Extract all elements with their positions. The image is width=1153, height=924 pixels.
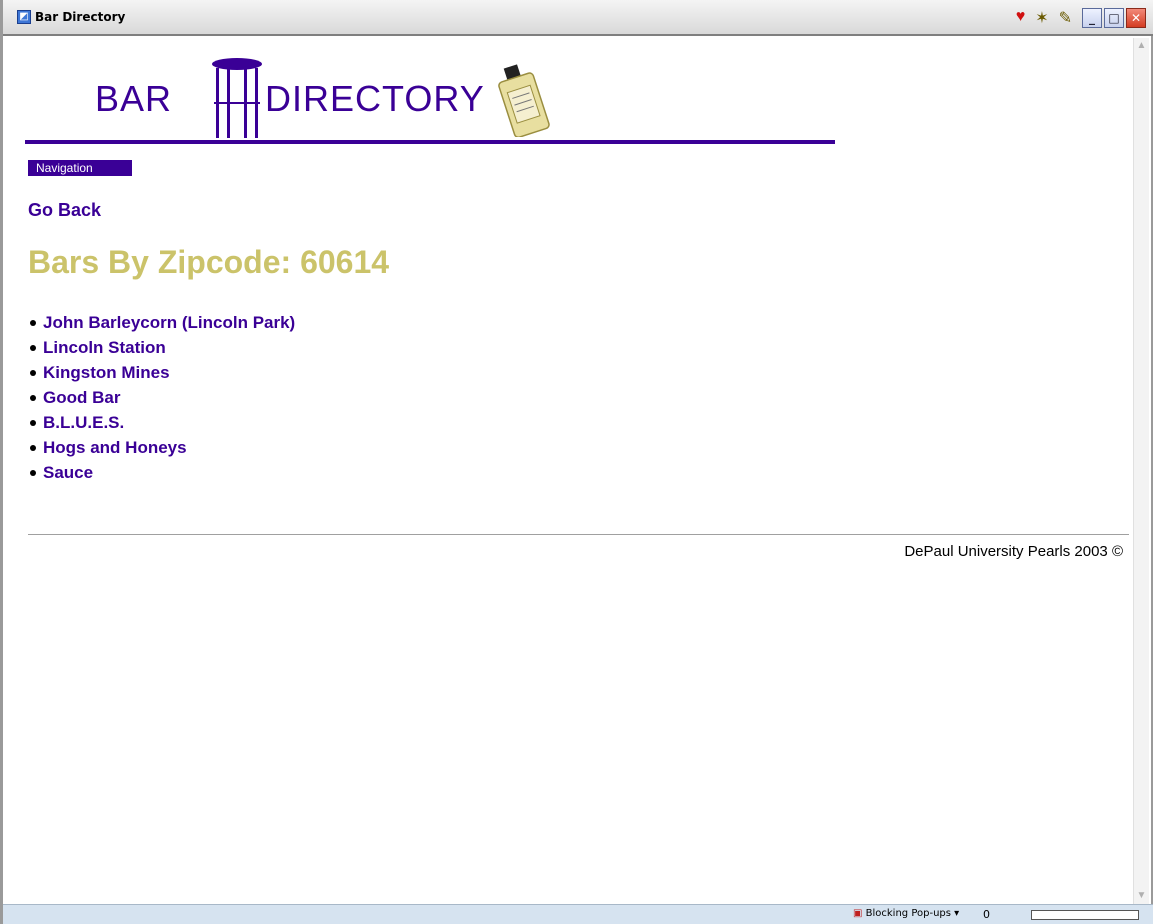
bullet-icon	[30, 444, 36, 451]
bullet-icon	[30, 469, 36, 476]
bullet-icon	[30, 394, 36, 401]
bar-link[interactable]: John Barleycorn (Lincoln Park)	[43, 313, 295, 332]
bar-link[interactable]: Sauce	[43, 463, 93, 482]
maximize-button[interactable]: □	[1104, 8, 1124, 28]
window-controls: _ □ ✕	[1082, 8, 1146, 28]
bar-link[interactable]: Hogs and Honeys	[43, 438, 187, 457]
list-item[interactable]: Lincoln Station	[30, 335, 295, 360]
list-item[interactable]: Sauce	[30, 460, 295, 485]
window-title: Bar Directory	[35, 10, 126, 24]
toolbar-icons: ♥ ✶ ✎	[1016, 8, 1072, 28]
footer-copyright: DePaul University Pearls 2003 ©	[904, 543, 1123, 560]
bullet-icon	[30, 344, 36, 351]
site-banner-logo: BAR DIRECTORY	[25, 58, 835, 150]
close-button[interactable]: ✕	[1126, 8, 1146, 28]
banner-underline	[25, 140, 835, 144]
banner-word-bar: BAR	[95, 78, 173, 119]
bar-link[interactable]: B.L.U.E.S.	[43, 413, 124, 432]
status-count: 0	[983, 908, 990, 921]
vertical-scrollbar[interactable]: ▲ ▼	[1133, 38, 1149, 904]
status-bar: ▣ Blocking Pop-ups ▾ 0	[3, 904, 1153, 924]
navigation-header: Navigation	[28, 160, 132, 176]
bullet-icon	[30, 419, 36, 426]
popup-blocker-button[interactable]: ▣ Blocking Pop-ups ▾	[853, 908, 959, 919]
bar-link[interactable]: Kingston Mines	[43, 363, 170, 382]
bullet-icon	[30, 319, 36, 326]
popup-blocked-icon: ▣	[853, 908, 863, 919]
bottle-icon	[498, 64, 550, 137]
banner-word-directory: DIRECTORY	[265, 78, 485, 119]
browser-window: ◩ Bar Directory ♥ ✶ ✎ _ □ ✕ ▲ ▼ BAR DIRE…	[0, 0, 1153, 924]
list-item[interactable]: John Barleycorn (Lincoln Park)	[30, 310, 295, 335]
heart-icon[interactable]: ♥	[1016, 8, 1026, 28]
list-item[interactable]: Good Bar	[30, 385, 295, 410]
go-back-link[interactable]: Go Back	[28, 200, 101, 221]
progress-bar	[1031, 910, 1139, 920]
add-favorite-icon[interactable]: ✶	[1035, 8, 1048, 28]
page-title: Bars By Zipcode: 60614	[28, 244, 390, 280]
list-item[interactable]: Kingston Mines	[30, 360, 295, 385]
minimize-button[interactable]: _	[1082, 8, 1102, 28]
popup-blocker-label: Blocking Pop-ups ▾	[865, 908, 960, 919]
browser-icon: ◩	[17, 10, 31, 24]
title-bar: ◩ Bar Directory ♥ ✶ ✎ _ □ ✕	[3, 0, 1153, 36]
bullet-icon	[30, 369, 36, 376]
list-item[interactable]: Hogs and Honeys	[30, 435, 295, 460]
bar-link[interactable]: Good Bar	[43, 388, 120, 407]
bar-table-icon	[212, 58, 262, 138]
scroll-down-icon[interactable]: ▼	[1134, 888, 1149, 904]
footer-divider	[28, 534, 1129, 535]
bar-link[interactable]: Lincoln Station	[43, 338, 166, 357]
bar-list: John Barleycorn (Lincoln Park) Lincoln S…	[30, 310, 295, 485]
scroll-up-icon[interactable]: ▲	[1134, 38, 1149, 54]
edit-note-icon[interactable]: ✎	[1059, 8, 1072, 28]
list-item[interactable]: B.L.U.E.S.	[30, 410, 295, 435]
